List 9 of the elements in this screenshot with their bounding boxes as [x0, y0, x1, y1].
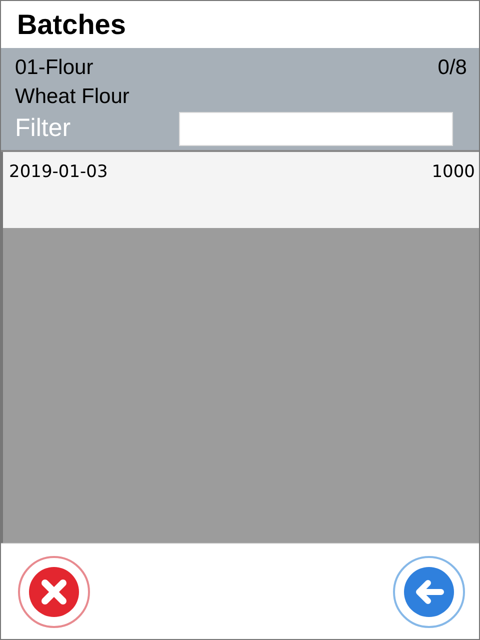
- batch-date: 2019-01-03: [9, 162, 108, 184]
- batch-count: 0/8: [438, 56, 467, 80]
- batch-row[interactable]: 2019-01-03 1000: [3, 152, 479, 228]
- item-name: Wheat Flour: [15, 84, 130, 109]
- filter-label: Filter: [15, 114, 72, 144]
- page-title: Batches: [17, 8, 126, 40]
- batch-quantity: 1000: [432, 162, 475, 184]
- filter-field[interactable]: [179, 112, 453, 146]
- item-code: 01-Flour: [15, 56, 94, 80]
